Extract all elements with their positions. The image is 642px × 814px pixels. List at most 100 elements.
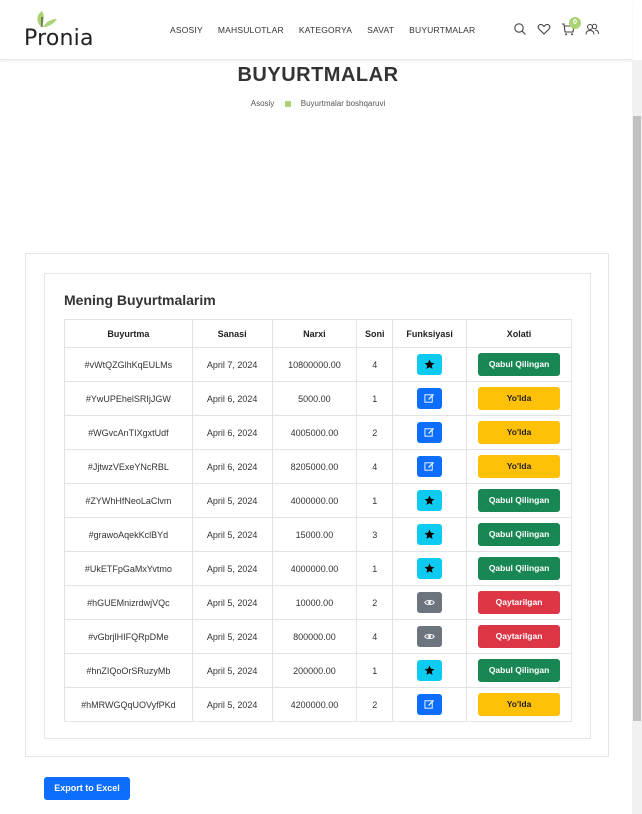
order-actions [392,619,468,654]
order-status: Qabul Qilingan [466,347,572,382]
table-header-row: Buyurtma Sanasi Narxi Soni Funksiyasi Xo… [64,319,572,348]
order-price: 200000.00 [271,653,358,688]
order-status: Qaytarilgan [466,585,572,620]
status-badge[interactable]: Qabul Qilingan [478,557,561,580]
star-action-button[interactable] [417,490,443,511]
order-date: April 5, 2024 [191,551,273,586]
star-action-button[interactable] [417,660,443,681]
star-action-button[interactable] [417,558,443,579]
order-quantity: 2 [356,687,394,722]
order-date: April 7, 2024 [191,347,273,382]
star-action-button[interactable] [417,524,443,545]
order-date: April 5, 2024 [191,619,273,654]
main-nav: ASOSIY MAHSULOTLAR KATEGORYA SAVAT BUYUR… [170,25,490,35]
column-header-funksiyasi: Funksiyasi [392,319,468,348]
order-quantity: 4 [356,619,394,654]
order-id: #hnZIQoOrSRuzyMb [64,653,193,688]
search-icon[interactable] [513,22,527,36]
status-badge[interactable]: Qabul Qilingan [478,659,561,682]
page-title: BUYURTMALAR [237,64,399,86]
status-badge[interactable]: Qaytarilgan [478,625,561,648]
order-date: April 5, 2024 [191,687,273,722]
column-header-soni: Soni [356,319,394,348]
table-row: #vGbrjlHIFQRpDMe April 5, 2024 800000.00 4 Q… [64,619,572,654]
order-date: April 6, 2024 [191,415,273,450]
edit-action-button[interactable] [417,388,443,409]
breadcrumb-current: Buyurtmalar boshqaruvi [300,99,386,108]
order-date: April 5, 2024 [191,483,273,518]
export-excel-button[interactable]: Export to Excel [44,777,130,800]
page-scrollbar[interactable] [632,60,642,814]
table-row: #grawoAqekKclBYd April 5, 2024 15000.00 3 Qa… [64,517,572,552]
status-badge[interactable]: Yo'lda [478,693,561,716]
orders-title: Mening Buyurtmalarim [64,292,216,308]
order-quantity: 1 [356,381,394,416]
scrollbar-thumb[interactable] [633,116,641,721]
order-actions [392,653,468,688]
orders-table: Buyurtma Sanasi Narxi Soni Funksiyasi Xo… [64,319,572,722]
breadcrumb-home-link[interactable]: Asosiy [251,99,275,108]
order-actions [392,687,468,722]
column-header-sanasi: Sanasi [191,319,273,348]
table-row: #YwUPEhelSRIjJGW April 6, 2024 5000.00 1 Yo'… [64,381,572,416]
order-id: #WGvcAnTIXgxtUdf [64,415,193,450]
order-actions [392,483,468,518]
nav-item-kategorya[interactable]: KATEGORYA [299,25,352,35]
order-id: #hGUEMnizrdwjVQc [64,585,193,620]
order-date: April 5, 2024 [191,517,273,552]
order-price: 15000.00 [271,517,358,552]
status-badge[interactable]: Qabul Qilingan [478,489,561,512]
order-id: #ZYWhHfNeoLaClvm [64,483,193,518]
order-price: 4000000.00 [271,551,358,586]
table-row: #ZYWhHfNeoLaClvm April 5, 2024 4000000.00 1… [64,483,572,518]
table-row: #hnZIQoOrSRuzyMb April 5, 2024 200000.00 1 Q… [64,653,572,688]
order-quantity: 1 [356,653,394,688]
order-quantity: 4 [356,347,394,382]
order-price: 5000.00 [271,381,358,416]
order-actions [392,347,468,382]
order-quantity: 2 [356,585,394,620]
nav-item-buyurtmalar[interactable]: BUYURTMALAR [409,25,475,35]
users-icon[interactable] [585,22,599,36]
order-quantity: 2 [356,415,394,450]
orders-table-body: #vWtQZGlhKqEULMs April 7, 2024 10800000.00… [64,347,572,722]
order-price: 4005000.00 [271,415,358,450]
table-row: #hMRWGQqUOVyfPKd April 5, 2024 4200000.00 2… [64,687,572,722]
status-badge[interactable]: Qaytarilgan [478,591,561,614]
logo[interactable]: Pronia [24,10,94,50]
order-actions [392,381,468,416]
status-badge[interactable]: Yo'lda [478,421,561,444]
nav-item-asosiy[interactable]: ASOSIY [170,25,203,35]
header-icons: 0 [513,17,609,36]
heart-icon[interactable] [537,22,551,36]
table-row: #vWtQZGlhKqEULMs April 7, 2024 10800000.00… [64,347,572,382]
order-actions [392,585,468,620]
edit-action-button[interactable] [417,694,443,715]
view-action-button[interactable] [417,626,443,647]
nav-item-savat[interactable]: SAVAT [367,25,394,35]
order-id: #vWtQZGlhKqEULMs [64,347,193,382]
order-actions [392,415,468,450]
star-action-button[interactable] [417,354,443,375]
page: Pronia ASOSIY MAHSULOTLAR KATEGORYA SAVA… [0,0,642,814]
order-id: #hMRWGQqUOVyfPKd [64,687,193,722]
order-date: April 5, 2024 [191,585,273,620]
status-badge[interactable]: Yo'lda [478,455,561,478]
view-action-button[interactable] [417,592,443,613]
status-badge[interactable]: Qabul Qilingan [478,353,561,376]
edit-action-button[interactable] [417,422,443,443]
cart-count-badge: 0 [569,17,581,29]
order-status: Yo'lda [466,449,572,484]
cart-icon[interactable]: 0 [561,17,581,36]
order-status: Yo'lda [466,687,572,722]
column-header-narxi: Narxi [271,319,358,348]
status-badge[interactable]: Qabul Qilingan [478,523,561,546]
column-header-buyurtma: Buyurtma [64,319,193,348]
order-id: #vGbrjlHIFQRpDMe [64,619,193,654]
status-badge[interactable]: Yo'lda [478,387,561,410]
order-status: Qabul Qilingan [466,517,572,552]
nav-item-mahsulotlar[interactable]: MAHSULOTLAR [218,25,284,35]
order-price: 800000.00 [271,619,358,654]
edit-action-button[interactable] [417,456,443,477]
order-id: #JjtwzVExeYNcRBL [64,449,193,484]
